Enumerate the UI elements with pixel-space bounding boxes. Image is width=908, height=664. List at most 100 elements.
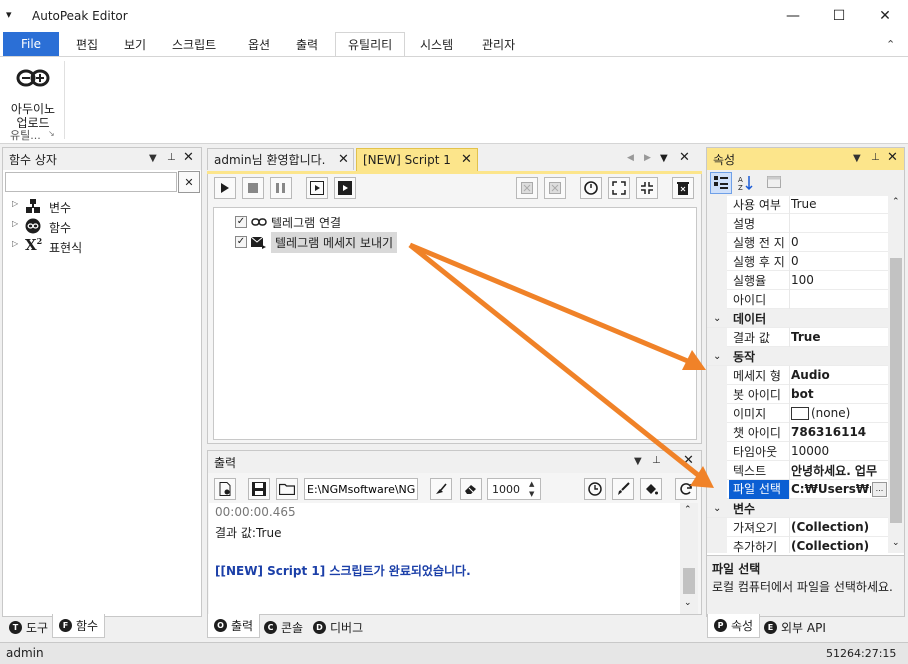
- eraser-button[interactable]: [460, 478, 482, 500]
- delete-disabled-button[interactable]: [544, 177, 566, 199]
- brush-button[interactable]: [612, 478, 634, 500]
- property-row[interactable]: 사용 여부 True: [707, 196, 888, 214]
- step-button[interactable]: [306, 177, 328, 199]
- panel-close-icon[interactable]: ✕: [887, 150, 898, 165]
- tab-edit[interactable]: 편집: [64, 32, 110, 56]
- tab-view[interactable]: 보기: [112, 32, 158, 56]
- play-button[interactable]: [214, 177, 236, 199]
- fill-button[interactable]: [640, 478, 662, 500]
- tab-functions[interactable]: F 함수: [52, 614, 106, 638]
- timer-button[interactable]: [580, 177, 602, 199]
- close-button[interactable]: ✕: [862, 0, 908, 32]
- tab-utility[interactable]: 유틸리티: [335, 32, 406, 57]
- scroll-right-icon[interactable]: ▶: [644, 153, 651, 163]
- scroll-down-icon[interactable]: ⌄: [892, 538, 900, 548]
- property-row[interactable]: 결과 값 True: [707, 327, 888, 347]
- function-search-input[interactable]: [5, 172, 177, 192]
- stop-button[interactable]: [242, 177, 264, 199]
- property-row[interactable]: 실행 후 지 0: [707, 251, 888, 271]
- browse-file-button[interactable]: ...: [872, 482, 887, 497]
- new-log-button[interactable]: [214, 478, 236, 500]
- tree-item-variables[interactable]: ▷ 변수: [3, 196, 201, 216]
- system-menu-icon[interactable]: ▾: [6, 8, 12, 21]
- property-row[interactable]: 설명: [707, 213, 888, 233]
- pin-icon[interactable]: ⊥: [167, 152, 176, 163]
- tab-close-icon[interactable]: ✕: [461, 152, 472, 167]
- tab-system[interactable]: 시스템: [408, 32, 465, 56]
- property-row[interactable]: 이미지 (none): [707, 403, 888, 423]
- file-tab[interactable]: File: [3, 32, 59, 56]
- property-row[interactable]: 텍스트 안녕하세요. 업무: [707, 460, 888, 480]
- category-collapse-icon[interactable]: ⌄: [713, 351, 721, 362]
- tab-properties[interactable]: P 속성: [707, 614, 761, 638]
- scrollbar-thumb[interactable]: [890, 258, 902, 523]
- property-category[interactable]: ⌄ 동작: [707, 347, 888, 366]
- run-selected-button[interactable]: [334, 177, 356, 199]
- clean-button[interactable]: [430, 478, 452, 500]
- property-row[interactable]: 봇 아이디 bot: [707, 384, 888, 404]
- category-collapse-icon[interactable]: ⌄: [713, 313, 721, 324]
- expand-icon[interactable]: ▷: [12, 199, 18, 208]
- output-scrollbar[interactable]: ⌃ ⌄: [680, 503, 698, 614]
- tab-output[interactable]: 출력: [284, 32, 330, 56]
- tab-output-log[interactable]: O 출력: [207, 614, 261, 638]
- panel-close-icon[interactable]: ✕: [183, 150, 194, 165]
- property-row[interactable]: 파일 선택C:₩Users₩ngm...: [707, 479, 888, 499]
- property-row[interactable]: 실행 전 지 0: [707, 232, 888, 252]
- item-checkbox[interactable]: ✓: [235, 216, 247, 228]
- stepper-arrows-icon[interactable]: ▲ ▼: [529, 479, 534, 499]
- tab-console[interactable]: C 콘솔: [258, 616, 309, 638]
- tab-tools[interactable]: T 도구: [3, 616, 54, 638]
- tab-external-api[interactable]: E 외부 API: [758, 616, 832, 638]
- expand-icon[interactable]: ▷: [12, 239, 18, 248]
- property-pages-button[interactable]: [763, 172, 785, 194]
- maximize-button[interactable]: ☐: [816, 0, 862, 32]
- scroll-up-icon[interactable]: ⌃: [684, 505, 692, 515]
- expand-all-button[interactable]: [608, 177, 630, 199]
- clear-search-button[interactable]: ✕: [178, 171, 200, 193]
- property-scrollbar[interactable]: ⌃ ⌄: [888, 196, 904, 553]
- close-document-icon[interactable]: ✕: [679, 150, 690, 165]
- property-row[interactable]: 실행율 100: [707, 270, 888, 290]
- scroll-up-icon[interactable]: ⌃: [892, 197, 900, 207]
- panel-close-icon[interactable]: ✕: [683, 453, 694, 468]
- tab-list-icon[interactable]: ▼: [660, 153, 668, 164]
- alphabetical-view-button[interactable]: AZ: [735, 172, 757, 194]
- script-item-telegram-send[interactable]: ✓ 텔레그램 메세지 보내기: [235, 231, 398, 253]
- group-launcher-icon[interactable]: ↘: [48, 129, 55, 138]
- pin-icon[interactable]: ⊥: [871, 152, 880, 163]
- collapse-all-button[interactable]: [636, 177, 658, 199]
- log-path-input[interactable]: [304, 478, 418, 500]
- tab-options[interactable]: 옵션: [236, 32, 282, 56]
- tab-close-icon[interactable]: ✕: [338, 152, 349, 167]
- arduino-upload-button[interactable]: 아두이노 업로드: [6, 63, 60, 130]
- disable-button[interactable]: [516, 177, 538, 199]
- property-row[interactable]: 타임아웃 10000: [707, 441, 888, 461]
- tab-debug[interactable]: D 디버그: [307, 616, 369, 638]
- property-category[interactable]: ⌄ 변수: [707, 499, 888, 518]
- pause-button[interactable]: [270, 177, 292, 199]
- scroll-left-icon[interactable]: ◀: [627, 153, 634, 163]
- property-row[interactable]: 추가하기 (Collection): [707, 536, 888, 553]
- item-checkbox[interactable]: ✓: [235, 236, 247, 248]
- tab-script-1[interactable]: [NEW] Script 1 ✕: [356, 148, 478, 171]
- scrollbar-thumb[interactable]: [683, 568, 695, 594]
- save-log-button[interactable]: [248, 478, 270, 500]
- tab-script[interactable]: 스크립트: [160, 32, 228, 56]
- tree-item-functions[interactable]: ▷ 함수: [3, 216, 201, 236]
- script-item-telegram-connect[interactable]: ✓ 텔레그램 연결: [235, 214, 341, 230]
- tab-welcome[interactable]: admin님 환영합니다. ✕: [207, 148, 354, 170]
- max-lines-stepper[interactable]: 1000 ▲ ▼: [487, 478, 541, 500]
- property-category[interactable]: ⌄ 데이터: [707, 309, 888, 328]
- property-row[interactable]: 메세지 형 Audio: [707, 365, 888, 385]
- category-collapse-icon[interactable]: ⌄: [713, 503, 721, 514]
- tab-admin[interactable]: 관리자: [470, 32, 527, 56]
- collapse-ribbon-icon[interactable]: ⌃: [886, 38, 895, 51]
- panel-dropdown-icon[interactable]: ▼: [149, 153, 157, 164]
- property-row[interactable]: 가져오기 (Collection): [707, 517, 888, 537]
- panel-dropdown-icon[interactable]: ▼: [634, 456, 642, 467]
- panel-dropdown-icon[interactable]: ▼: [853, 153, 861, 164]
- property-row[interactable]: 챗 아이디 786316114: [707, 422, 888, 442]
- property-row[interactable]: 아이디: [707, 289, 888, 309]
- trash-button[interactable]: [672, 177, 694, 199]
